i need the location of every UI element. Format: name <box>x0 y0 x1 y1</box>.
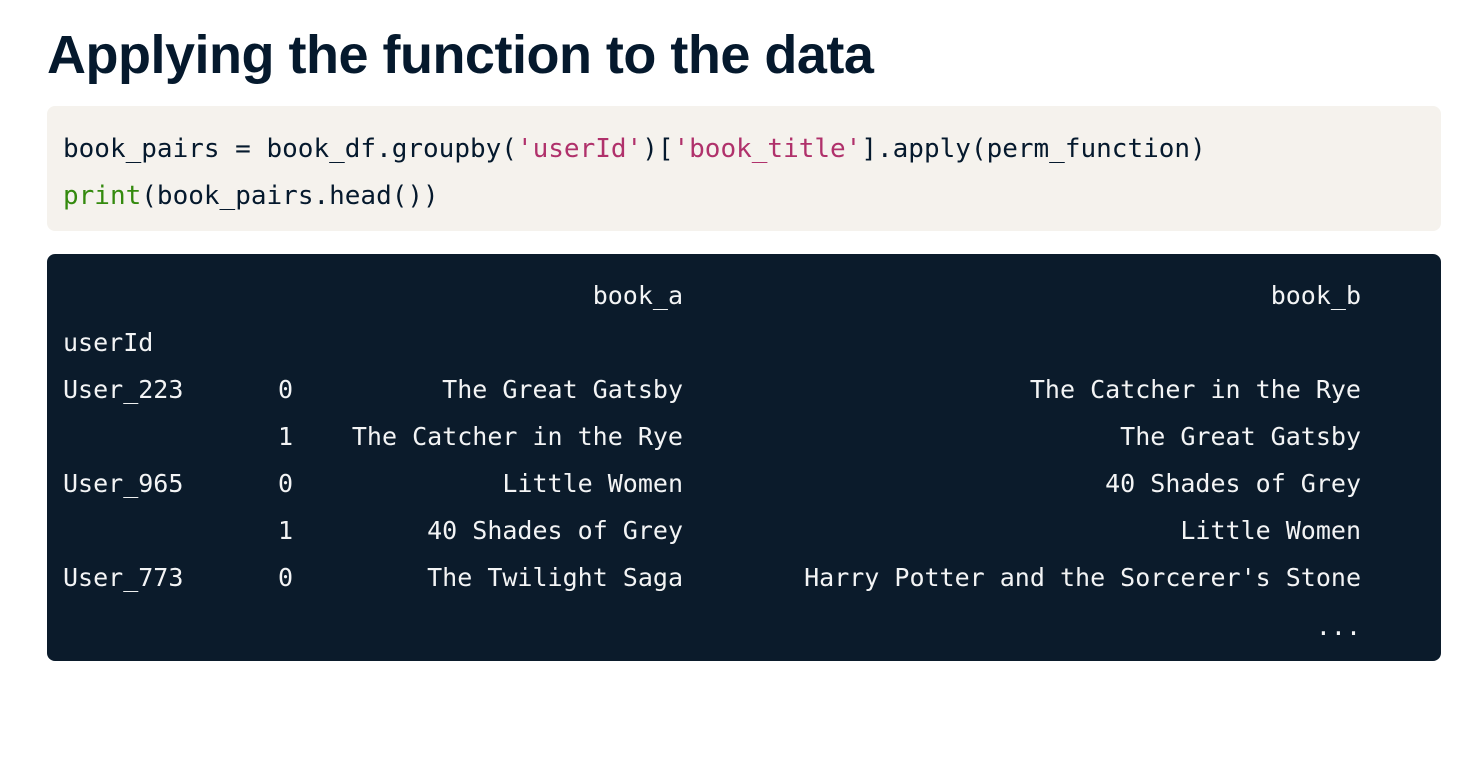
code-text: book_pairs = book_df.groupby( <box>63 134 517 164</box>
table-row: User_965 0 Little Women 40 Shades of Gre… <box>63 460 1361 507</box>
cell-user: User_773 <box>63 563 184 592</box>
cell-book-a: The Great Gatsby <box>442 375 683 404</box>
cell-book-b: 40 Shades of Grey <box>1105 469 1361 498</box>
code-builtin: print <box>63 181 142 211</box>
cell-book-b: Harry Potter and the Sorcerer's Stone <box>804 563 1361 592</box>
table-row: 1 40 Shades of Grey Little Women <box>63 507 1361 554</box>
table-row: User_223 0 The Great Gatsby The Catcher … <box>63 366 1361 413</box>
header-cell-idx <box>263 272 293 319</box>
index-name: userId <box>63 328 154 357</box>
code-line-2: print(book_pairs.head()) <box>63 173 1425 220</box>
code-block: book_pairs = book_df.groupby('userId')['… <box>47 106 1441 231</box>
cell-user <box>63 507 263 554</box>
cell-idx: 1 <box>277 516 293 545</box>
cell-idx: 1 <box>277 422 293 451</box>
cell-user: User_965 <box>63 469 184 498</box>
header-cell-user <box>63 272 263 319</box>
cell-user <box>63 413 263 460</box>
cell-idx: 0 <box>277 375 293 404</box>
output-table: book_a book_b userId User_223 0 The Grea… <box>63 272 1361 651</box>
cell-book-b: The Catcher in the Rye <box>1029 375 1361 404</box>
cell-book-a: The Twilight Saga <box>427 563 683 592</box>
cell-user: User_223 <box>63 375 184 404</box>
code-string: 'userId' <box>516 134 643 164</box>
header-cell-book-b: book_b <box>1270 281 1361 310</box>
header-cell-book-a: book_a <box>592 281 683 310</box>
ellipsis-row: ... <box>63 601 1361 651</box>
code-string: 'book_title' <box>673 134 862 164</box>
code-text: (book_pairs.head()) <box>141 181 439 211</box>
cell-book-b: The Great Gatsby <box>1120 422 1361 451</box>
output-block: book_a book_b userId User_223 0 The Grea… <box>47 254 1441 661</box>
cell-book-a: 40 Shades of Grey <box>427 516 683 545</box>
ellipsis: ... <box>1315 611 1361 641</box>
index-name-row: userId <box>63 319 1361 366</box>
cell-book-a: Little Women <box>502 469 683 498</box>
page-title: Applying the function to the data <box>47 25 874 85</box>
cell-idx: 0 <box>277 469 293 498</box>
table-row: 1 The Catcher in the Rye The Great Gatsb… <box>63 413 1361 460</box>
code-text: )[ <box>642 134 674 164</box>
cell-book-b: Little Women <box>1180 516 1361 545</box>
code-text: ].apply(perm_function) <box>861 134 1206 164</box>
table-row: User_773 0 The Twilight Saga Harry Potte… <box>63 554 1361 601</box>
code-line-1: book_pairs = book_df.groupby('userId')['… <box>63 126 1425 173</box>
cell-book-a: The Catcher in the Rye <box>351 422 683 451</box>
cell-idx: 0 <box>277 563 293 592</box>
header-row: book_a book_b <box>63 272 1361 319</box>
